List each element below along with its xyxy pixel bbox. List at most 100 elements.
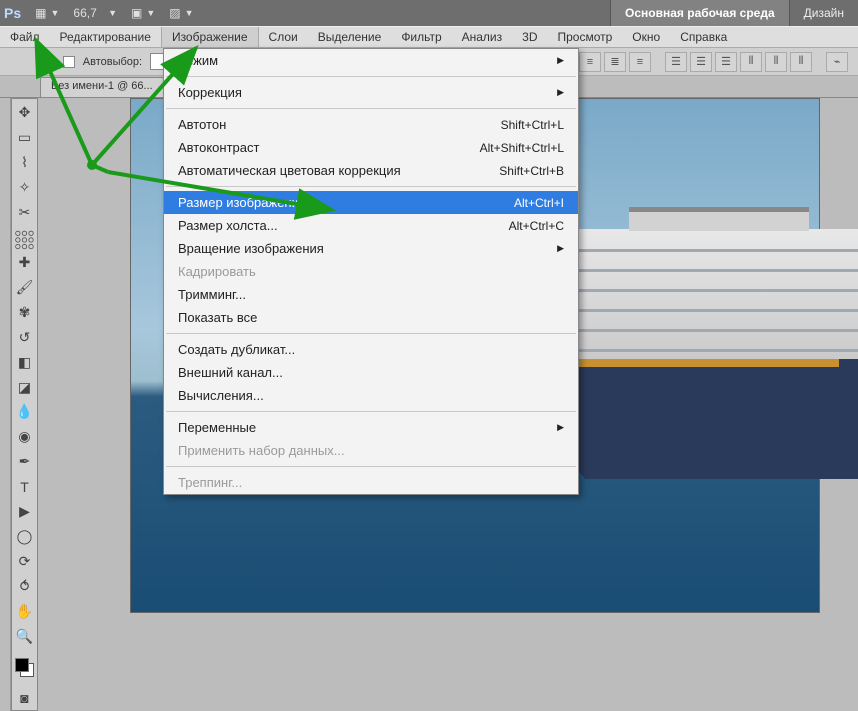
submenu-arrow-icon: ▶ — [557, 422, 564, 433]
menu-item[interactable]: Вычисления... — [164, 384, 578, 407]
menubar: Файл Редактирование Изображение Слои Выд… — [0, 26, 858, 48]
tool-brush[interactable]: 🖌 — [12, 275, 37, 299]
auto-align-icon[interactable]: ⌁ — [826, 52, 848, 72]
submenu-arrow-icon: ▶ — [557, 243, 564, 254]
tool-crop[interactable]: ✂ — [12, 201, 37, 225]
menu-item-label: Применить набор данных... — [178, 443, 564, 458]
menu-window[interactable]: Окно — [622, 27, 670, 47]
menu-item[interactable]: АвтоконтрастAlt+Shift+Ctrl+L — [164, 136, 578, 159]
menu-3d[interactable]: 3D — [512, 27, 547, 47]
tool-quickmask[interactable]: ◙ — [12, 686, 37, 710]
menu-item-label: Размер изображения... — [178, 195, 514, 210]
tool-dodge[interactable]: ◉ — [12, 425, 37, 449]
view-extras-icon[interactable]: ▨▼ — [169, 6, 193, 20]
align-top-icon[interactable]: ☰ — [665, 52, 687, 72]
align-middle-icon[interactable]: ☰ — [690, 52, 712, 72]
menu-item[interactable]: Вращение изображения▶ — [164, 237, 578, 260]
menu-item: Треппинг... — [164, 471, 578, 494]
autoselect-checkbox[interactable] — [63, 56, 75, 68]
menu-separator — [166, 333, 576, 334]
tool-zoom[interactable]: 🔍 — [12, 624, 37, 648]
menu-select[interactable]: Выделение — [308, 27, 392, 47]
align-right-icon[interactable]: ≡ — [629, 52, 651, 72]
workspace-tab-main[interactable]: Основная рабочая среда — [610, 0, 789, 26]
menu-separator — [166, 76, 576, 77]
tool-stamp[interactable]: ✾ — [12, 300, 37, 324]
tool-blur[interactable]: 💧 — [12, 400, 37, 424]
menu-image[interactable]: Изображение — [161, 27, 259, 47]
menu-item[interactable]: Автоматическая цветовая коррекцияShift+C… — [164, 159, 578, 182]
tool-type[interactable]: T — [12, 475, 37, 499]
app-topbar: Ps ▦▼ 66,7 ▼ ▣▼ ▨▼ Основная рабочая сред… — [0, 0, 858, 26]
workspace-tab-design[interactable]: Дизайн — [789, 0, 858, 26]
menu-item[interactable]: Коррекция▶ — [164, 81, 578, 104]
menu-separator — [166, 108, 576, 109]
tool-eyedropper[interactable]: 𓃑 — [12, 226, 37, 250]
menu-item-label: Автоконтраст — [178, 140, 480, 155]
align-center-icon[interactable]: ≣ — [604, 52, 626, 72]
menu-item[interactable]: Переменные▶ — [164, 416, 578, 439]
tool-wand[interactable]: ✧ — [12, 176, 37, 200]
menu-item-label: Размер холста... — [178, 218, 509, 233]
menu-file[interactable]: Файл — [0, 27, 50, 47]
tool-hand[interactable]: ✋ — [12, 599, 37, 623]
tool-marquee[interactable]: ▭ — [12, 126, 37, 150]
move-tool-icon: ▸✥ — [40, 55, 55, 68]
foreground-swatch[interactable] — [15, 658, 29, 672]
menu-item-label: Создать дубликат... — [178, 342, 564, 357]
menu-item[interactable]: Размер изображения...Alt+Ctrl+I — [164, 191, 578, 214]
menu-item-shortcut: Alt+Shift+Ctrl+L — [480, 141, 564, 155]
menu-item-label: Автоматическая цветовая коррекция — [178, 163, 499, 178]
toolbox: ✥ ▭ ⌇ ✧ ✂ 𓃑 ✚ 🖌 ✾ ↺ ◧ ◪ 💧 ◉ ✒ T ▶ ◯ ⟳ ⥀ … — [11, 98, 38, 711]
menu-item-shortcut: Shift+Ctrl+B — [499, 164, 564, 178]
menu-item[interactable]: Режим ▶ — [164, 49, 578, 72]
tool-lasso[interactable]: ⌇ — [12, 151, 37, 175]
tool-3d-rotate[interactable]: ⟳ — [12, 549, 37, 573]
menu-filter[interactable]: Фильтр — [391, 27, 451, 47]
menu-item-shortcut: Shift+Ctrl+L — [501, 118, 564, 132]
tool-eraser[interactable]: ◧ — [12, 350, 37, 374]
menu-edit[interactable]: Редактирование — [50, 27, 161, 47]
menu-item-label: Режим — [178, 53, 551, 68]
menu-item[interactable]: Тримминг... — [164, 283, 578, 306]
menu-item-label: Показать все — [178, 310, 564, 325]
autoselect-label: Автовыбор: — [83, 56, 142, 68]
distribute-v-icon[interactable]: ⫴ — [765, 52, 787, 72]
zoom-display[interactable]: 66,7 ▼ — [73, 6, 117, 20]
menu-item-label: Вычисления... — [178, 388, 564, 403]
align-bottom-icon[interactable]: ☰ — [715, 52, 737, 72]
tool-path-select[interactable]: ▶ — [12, 500, 37, 524]
doc-arrange-icon[interactable]: ▦▼ — [35, 6, 59, 20]
distribute-w-icon[interactable]: ⫴ — [790, 52, 812, 72]
color-swatches[interactable] — [12, 655, 37, 685]
menu-separator — [166, 411, 576, 412]
align-left-icon[interactable]: ≡ — [579, 52, 601, 72]
menu-item[interactable]: Показать все — [164, 306, 578, 329]
menu-item[interactable]: Размер холста...Alt+Ctrl+C — [164, 214, 578, 237]
menu-item-label: Тримминг... — [178, 287, 564, 302]
menu-item-label: Внешний канал... — [178, 365, 564, 380]
tool-shape[interactable]: ◯ — [12, 525, 37, 549]
menu-item[interactable]: Внешний канал... — [164, 361, 578, 384]
menu-item-label: Кадрировать — [178, 264, 564, 279]
menu-item-label: Коррекция — [178, 85, 551, 100]
distribute-h-icon[interactable]: ⫴ — [740, 52, 762, 72]
submenu-arrow-icon: ▶ — [557, 55, 564, 66]
menu-analysis[interactable]: Анализ — [452, 27, 513, 47]
menu-item: Применить набор данных... — [164, 439, 578, 462]
menu-layers[interactable]: Слои — [259, 27, 308, 47]
document-tab[interactable]: Без имени-1 @ 66... — [40, 77, 164, 97]
tool-pen[interactable]: ✒ — [12, 450, 37, 474]
tool-3d-orbit[interactable]: ⥀ — [12, 574, 37, 598]
menu-item[interactable]: АвтотонShift+Ctrl+L — [164, 113, 578, 136]
menu-view[interactable]: Просмотр — [547, 27, 622, 47]
tool-history-brush[interactable]: ↺ — [12, 325, 37, 349]
menu-item[interactable]: Создать дубликат... — [164, 338, 578, 361]
menu-help[interactable]: Справка — [670, 27, 737, 47]
tool-healing[interactable]: ✚ — [12, 251, 37, 275]
menu-separator — [166, 466, 576, 467]
tool-move[interactable]: ✥ — [12, 101, 37, 125]
tool-gradient[interactable]: ◪ — [12, 375, 37, 399]
screen-mode-icon[interactable]: ▣▼ — [131, 6, 155, 20]
menu-separator — [166, 186, 576, 187]
